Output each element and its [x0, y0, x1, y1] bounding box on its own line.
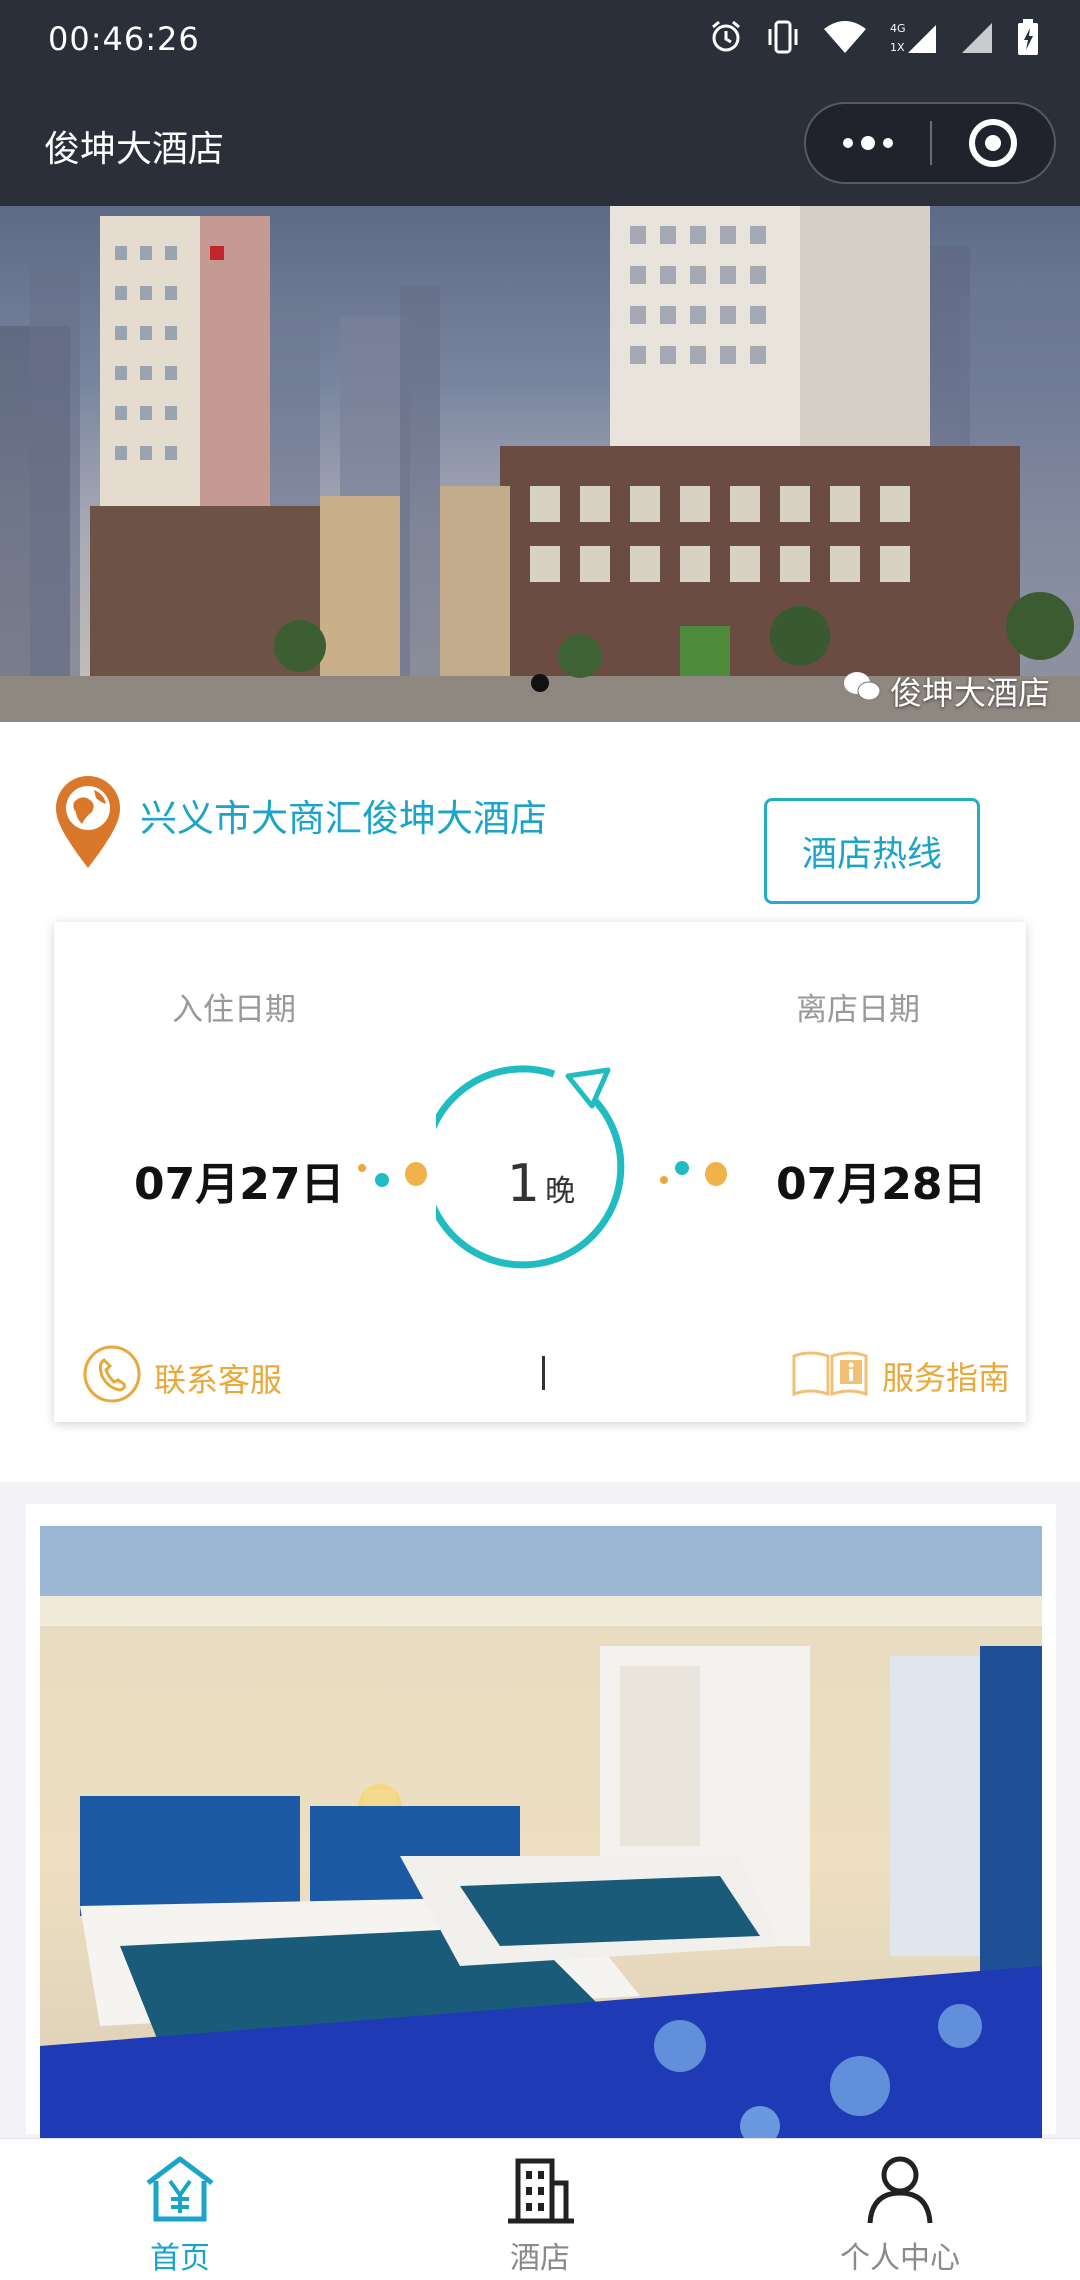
service-guide-label: 服务指南	[882, 1359, 1011, 1397]
nights-count: 1 晚	[436, 1154, 646, 1214]
svg-text:4G: 4G	[890, 22, 906, 35]
bottom-tab-bar: 首页 酒店 个人中心	[0, 2138, 1080, 2280]
alarm-icon	[708, 19, 744, 59]
mini-program-capsule	[804, 102, 1056, 184]
checkout-label: 离店日期	[796, 992, 920, 1028]
nights-indicator: 1 晚	[421, 1062, 646, 1282]
more-dot-icon	[861, 136, 875, 150]
home-yuan-icon	[140, 2153, 220, 2229]
tab-profile-label: 个人中心	[840, 2241, 960, 2276]
nights-unit: 晚	[545, 1174, 576, 1209]
person-icon	[860, 2153, 940, 2229]
book-info-icon	[790, 1344, 870, 1408]
hotel-info-section: 兴义市大商汇俊坤大酒店 酒店热线 入住日期 离店日期 07月27日 07月28日…	[0, 722, 1080, 1482]
tab-hotel-label: 酒店	[510, 2241, 570, 2276]
tab-hotel[interactable]: 酒店	[440, 2153, 640, 2277]
hotel-banner[interactable]: 俊坤大酒店	[0, 206, 1080, 722]
banner-watermark: 俊坤大酒店	[842, 668, 1050, 714]
hotel-name: 兴义市大商汇俊坤大酒店	[140, 797, 547, 840]
battery-charging-icon	[1016, 18, 1040, 60]
status-icons: 4G 1X	[708, 18, 1040, 60]
booking-card: 入住日期 离店日期 07月27日 07月28日 1 晚 联系客服 服务指南	[54, 922, 1026, 1422]
tab-home[interactable]: 首页	[80, 2153, 280, 2277]
checkin-label: 入住日期	[172, 992, 296, 1028]
card-footer: 联系客服 服务指南	[54, 1332, 1026, 1412]
watermark-text: 俊坤大酒店	[889, 674, 1050, 712]
hotel-hotline-button[interactable]: 酒店热线	[764, 798, 980, 904]
phone-icon	[82, 1344, 142, 1412]
location-pin-icon	[52, 772, 132, 872]
room-image[interactable]	[40, 1526, 1042, 2146]
room-photo	[40, 1526, 1042, 2146]
checkout-date[interactable]: 07月28日	[776, 1148, 986, 1212]
close-mini-program-button[interactable]	[932, 119, 1054, 167]
wifi-icon	[822, 19, 868, 59]
tab-home-label: 首页	[150, 2241, 210, 2276]
room-section	[26, 1504, 1056, 2146]
service-guide-button[interactable]: 服务指南	[790, 1344, 1010, 1408]
building-icon	[500, 2153, 580, 2229]
more-dot-icon	[843, 138, 853, 148]
checkin-date[interactable]: 07月27日	[134, 1148, 344, 1212]
more-dot-icon	[883, 138, 893, 148]
banner-dot-active[interactable]	[531, 674, 549, 692]
vibrate-icon	[766, 19, 800, 59]
contact-service-button[interactable]: 联系客服	[82, 1344, 282, 1412]
contact-service-label: 联系客服	[154, 1361, 283, 1399]
banner-image	[0, 206, 1080, 722]
status-time: 00:46:26	[48, 20, 200, 58]
decor-dots-right-icon	[658, 1148, 738, 1198]
signal-icon	[960, 19, 994, 59]
decor-dots-left-icon	[354, 1148, 434, 1198]
footer-divider	[542, 1356, 545, 1390]
target-icon	[969, 119, 1017, 167]
wechat-icon	[842, 669, 882, 713]
svg-text:1X: 1X	[890, 41, 905, 54]
top-bar: 00:46:26 4G 1X 俊坤大酒店	[0, 0, 1080, 206]
more-menu-button[interactable]	[806, 104, 930, 182]
page-title: 俊坤大酒店	[44, 129, 225, 170]
hotel-row: 兴义市大商汇俊坤大酒店 酒店热线	[52, 762, 1032, 904]
nights-number: 1	[506, 1154, 540, 1214]
tab-profile[interactable]: 个人中心	[800, 2153, 1000, 2277]
signal-4g-icon: 4G 1X	[890, 19, 938, 59]
